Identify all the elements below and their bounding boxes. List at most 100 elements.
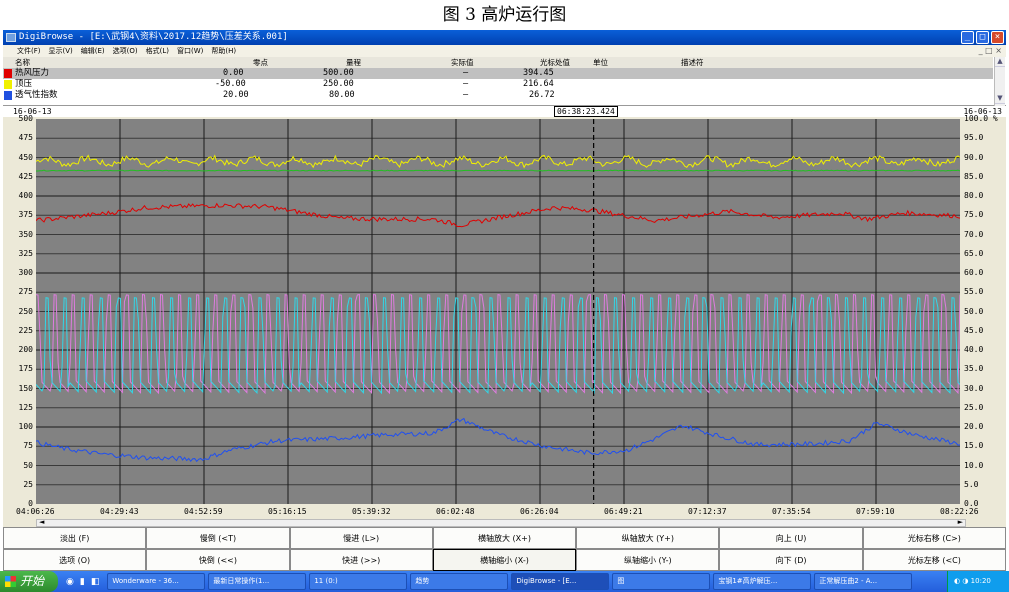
legend-scrollbar[interactable]: ▲ ▼ <box>994 57 1005 106</box>
x-tick-label: 06:49:21 <box>604 507 643 516</box>
legend-table: 名称 零点 量程 实际值 光标处值 单位 描述符 热风压力 0.00 500.0… <box>3 57 1006 106</box>
scroll-up-icon[interactable]: ▲ <box>995 57 1005 67</box>
y2-tick-label: 15.0 <box>964 441 984 451</box>
task-list: Wonderware - 36... 最新日常操作(1... 11 (0:) 趋势 Di… <box>107 573 947 590</box>
y-tick-label: 100 <box>18 422 33 431</box>
zero-value: 0.00 <box>223 68 244 78</box>
y-tick-label: 375 <box>18 210 33 220</box>
maximize-button[interactable]: □ <box>976 31 989 44</box>
y2-tick-label: 75.0 <box>964 210 984 220</box>
menu-window[interactable]: 窗口(W) <box>177 45 203 57</box>
y2-tick-label: 85.0 <box>964 171 984 181</box>
cursor-value: 26.72 <box>529 90 555 100</box>
header-unit: 单位 <box>593 58 608 67</box>
series-name: 热风压力 <box>15 68 50 78</box>
figure-caption: 图 3 高炉运行图 <box>442 5 567 25</box>
control-button[interactable]: 光标右移 (C>) <box>862 527 1006 549</box>
menu-file[interactable]: 文件(F) <box>17 45 41 57</box>
clock: 10:20 <box>970 577 991 585</box>
scroll-left-icon[interactable]: ◄ <box>39 518 44 526</box>
control-button[interactable]: 横轴缩小 (X-) <box>432 549 577 571</box>
control-button[interactable]: 快倒 (<<) <box>146 549 290 571</box>
x-tick-label: 07:35:54 <box>772 507 811 516</box>
trend-plot[interactable] <box>35 119 961 504</box>
scroll-down-icon[interactable]: ▼ <box>995 94 1005 104</box>
menu-edit[interactable]: 编辑(E) <box>81 45 105 57</box>
ie-icon[interactable]: ◉ <box>66 577 74 587</box>
header-cursor: 光标处值 <box>540 58 570 67</box>
menu-options[interactable]: 选项(O) <box>113 45 138 57</box>
y2-tick-label: 20.0 <box>964 422 984 431</box>
y2-tick-label: 35.0 <box>964 364 984 374</box>
y-tick-label: 25 <box>23 479 33 489</box>
series-line <box>35 293 961 395</box>
quick-launch: ◉ ▮ ◧ <box>58 577 107 587</box>
title-bar[interactable]: DigiBrowse - [E:\武钢4\资料\2017.12趋势\压差关系.0… <box>3 30 1006 45</box>
menu-view[interactable]: 显示(V) <box>49 45 73 57</box>
legend-row[interactable]: 热风压力 0.00 500.00 — 394.45 <box>3 68 993 79</box>
y-tick-label: 75 <box>23 441 33 451</box>
trend-chart[interactable] <box>35 119 961 504</box>
actual-value: — <box>463 68 469 78</box>
control-button[interactable]: 慢倒 (<T) <box>146 527 290 549</box>
y-tick-label: 125 <box>18 402 33 412</box>
tray-icons[interactable]: ◐ ◑ <box>954 577 971 585</box>
span-value: 250.00 <box>323 79 354 89</box>
taskbar-item[interactable]: 最新日常操作(1... <box>208 573 307 590</box>
y2-tick-label: 55.0 <box>964 287 984 297</box>
taskbar-item[interactable]: 趋势 <box>410 573 509 590</box>
x-tick-label: 04:06:26 <box>16 507 55 516</box>
control-button[interactable]: 纵轴缩小 (Y-) <box>576 549 720 571</box>
menu-help[interactable]: 帮助(H) <box>211 45 236 57</box>
scroll-track[interactable] <box>995 67 1005 94</box>
control-button[interactable]: 向下 (D) <box>719 549 863 571</box>
header-actual: 实际值 <box>451 58 474 67</box>
menu-format[interactable]: 格式(L) <box>146 45 169 57</box>
control-button[interactable]: 选项 (O) <box>3 549 147 571</box>
start-button[interactable]: 开始 <box>0 571 58 592</box>
x-tick-label: 06:02:48 <box>436 507 475 516</box>
horizontal-scrollbar[interactable]: ◄ ► <box>36 518 966 527</box>
taskbar-item[interactable]: Wonderware - 36... <box>107 573 206 590</box>
legend-row[interactable]: 透气性指数 20.00 80.00 — 26.72 <box>3 90 993 101</box>
color-swatch <box>4 69 12 78</box>
y2-tick-label: 30.0 <box>964 383 984 393</box>
scroll-right-icon[interactable]: ► <box>958 518 963 526</box>
series-name: 透气性指数 <box>15 90 58 100</box>
taskbar-item[interactable]: 11 (0:) <box>309 573 408 590</box>
cursor-value: 216.64 <box>523 79 554 89</box>
control-button[interactable]: 快进 (>>) <box>289 549 433 571</box>
desktop-icon[interactable]: ◧ <box>91 577 100 587</box>
zero-value: 20.00 <box>223 90 249 100</box>
x-tick-label: 08:22:26 <box>940 507 979 516</box>
mdi-controls[interactable]: _ □ × <box>979 45 1002 57</box>
y2-tick-label: 25.0 <box>964 402 984 412</box>
series-line <box>35 417 961 463</box>
taskbar-item[interactable]: 正常解压曲2 - A... <box>814 573 913 590</box>
control-button[interactable]: 光标左移 (<C) <box>862 549 1006 571</box>
y-tick-label: 200 <box>18 345 33 354</box>
y2-tick-label: 50.0 <box>964 306 984 316</box>
x-tick-label: 04:52:59 <box>184 507 223 516</box>
minimize-button[interactable]: _ <box>961 31 974 44</box>
taskbar-item[interactable]: 宝钢1#高炉解压... <box>713 573 812 590</box>
taskbar-item[interactable]: DigiBrowse - [E... <box>511 573 610 590</box>
y2-tick-label: 70.0 <box>964 229 984 239</box>
date-bar: 16-06-13 06:38:23.424 16-06-13 <box>3 106 1006 117</box>
cursor-value: 394.45 <box>523 68 554 78</box>
y-tick-label: 500 <box>18 114 33 123</box>
folder-icon[interactable]: ▮ <box>80 577 85 587</box>
x-tick-label: 07:12:37 <box>688 507 727 516</box>
control-button[interactable]: 淡出 (F) <box>3 527 147 549</box>
legend-row[interactable]: 顶压 -50.00 250.00 — 216.64 <box>3 79 993 90</box>
control-button[interactable]: 向上 (U) <box>719 527 863 549</box>
control-button[interactable]: 横轴放大 (X+) <box>432 527 577 549</box>
taskbar-item[interactable]: 图 <box>612 573 711 590</box>
control-button[interactable]: 慢进 (L>) <box>289 527 433 549</box>
control-buttons: 淡出 (F) 慢倒 (<T) 慢进 (L>) 横轴放大 (X+) 纵轴放大 (Y+) 向上… <box>3 527 1006 571</box>
close-button[interactable]: × <box>991 31 1004 44</box>
color-swatch <box>4 80 12 89</box>
control-button[interactable]: 纵轴放大 (Y+) <box>576 527 720 549</box>
y2-tick-label: 40.0 <box>964 345 984 354</box>
x-tick-label: 04:29:43 <box>100 507 139 516</box>
